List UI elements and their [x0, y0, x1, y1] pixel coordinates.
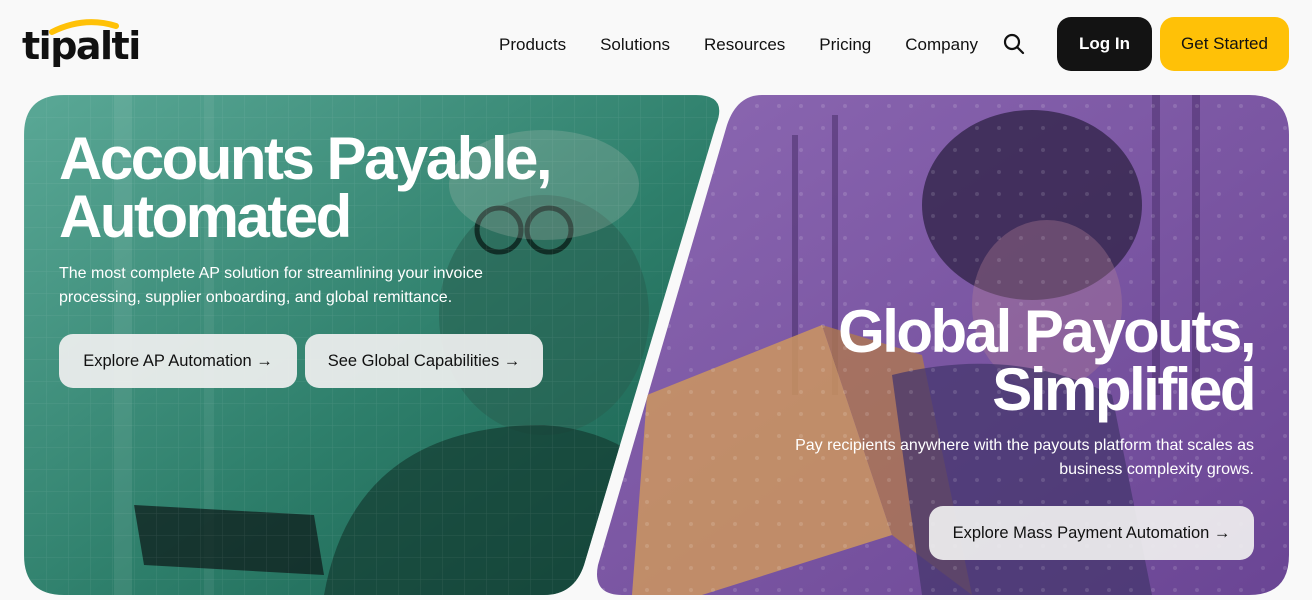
ap-hero-subtitle: The most complete AP solution for stream…	[59, 265, 483, 306]
ap-title-line1: Accounts Payable,	[59, 125, 553, 192]
payouts-title-line2: Simplified	[992, 356, 1256, 423]
ap-title-line2: Automated	[59, 183, 352, 250]
nav-solutions[interactable]: Solutions	[583, 33, 687, 57]
logo-text: tipalti	[22, 24, 141, 68]
site-header: tipalti Products Solutions Resources Pri…	[0, 0, 1312, 90]
payouts-hero-title: Global Payouts, Simplified	[838, 298, 1256, 423]
explore-ap-button[interactable]: Explore AP Automation →	[59, 334, 297, 388]
get-started-button[interactable]: Get Started	[1160, 17, 1289, 71]
nav-pricing[interactable]: Pricing	[802, 33, 888, 57]
login-button[interactable]: Log In	[1057, 17, 1152, 71]
payouts-hero-subtitle: Pay recipients anywhere with the payouts…	[795, 437, 1254, 478]
explore-mass-payment-button[interactable]: Explore Mass Payment Automation →	[929, 506, 1254, 560]
nav-products[interactable]: Products	[482, 33, 583, 57]
nav-company[interactable]: Company	[888, 33, 995, 57]
nav-resources[interactable]: Resources	[687, 33, 802, 57]
search-icon[interactable]	[1002, 32, 1026, 56]
main-nav: Products Solutions Resources Pricing Com…	[482, 33, 995, 57]
global-capabilities-button[interactable]: See Global Capabilities →	[305, 334, 543, 388]
payouts-title-line1: Global Payouts,	[838, 298, 1256, 365]
tipalti-logo[interactable]: tipalti	[22, 14, 141, 66]
ap-hero-title: Accounts Payable, Automated	[59, 125, 553, 250]
payouts-hero-panel: Global Payouts, Simplified Pay recipient…	[592, 95, 1289, 595]
